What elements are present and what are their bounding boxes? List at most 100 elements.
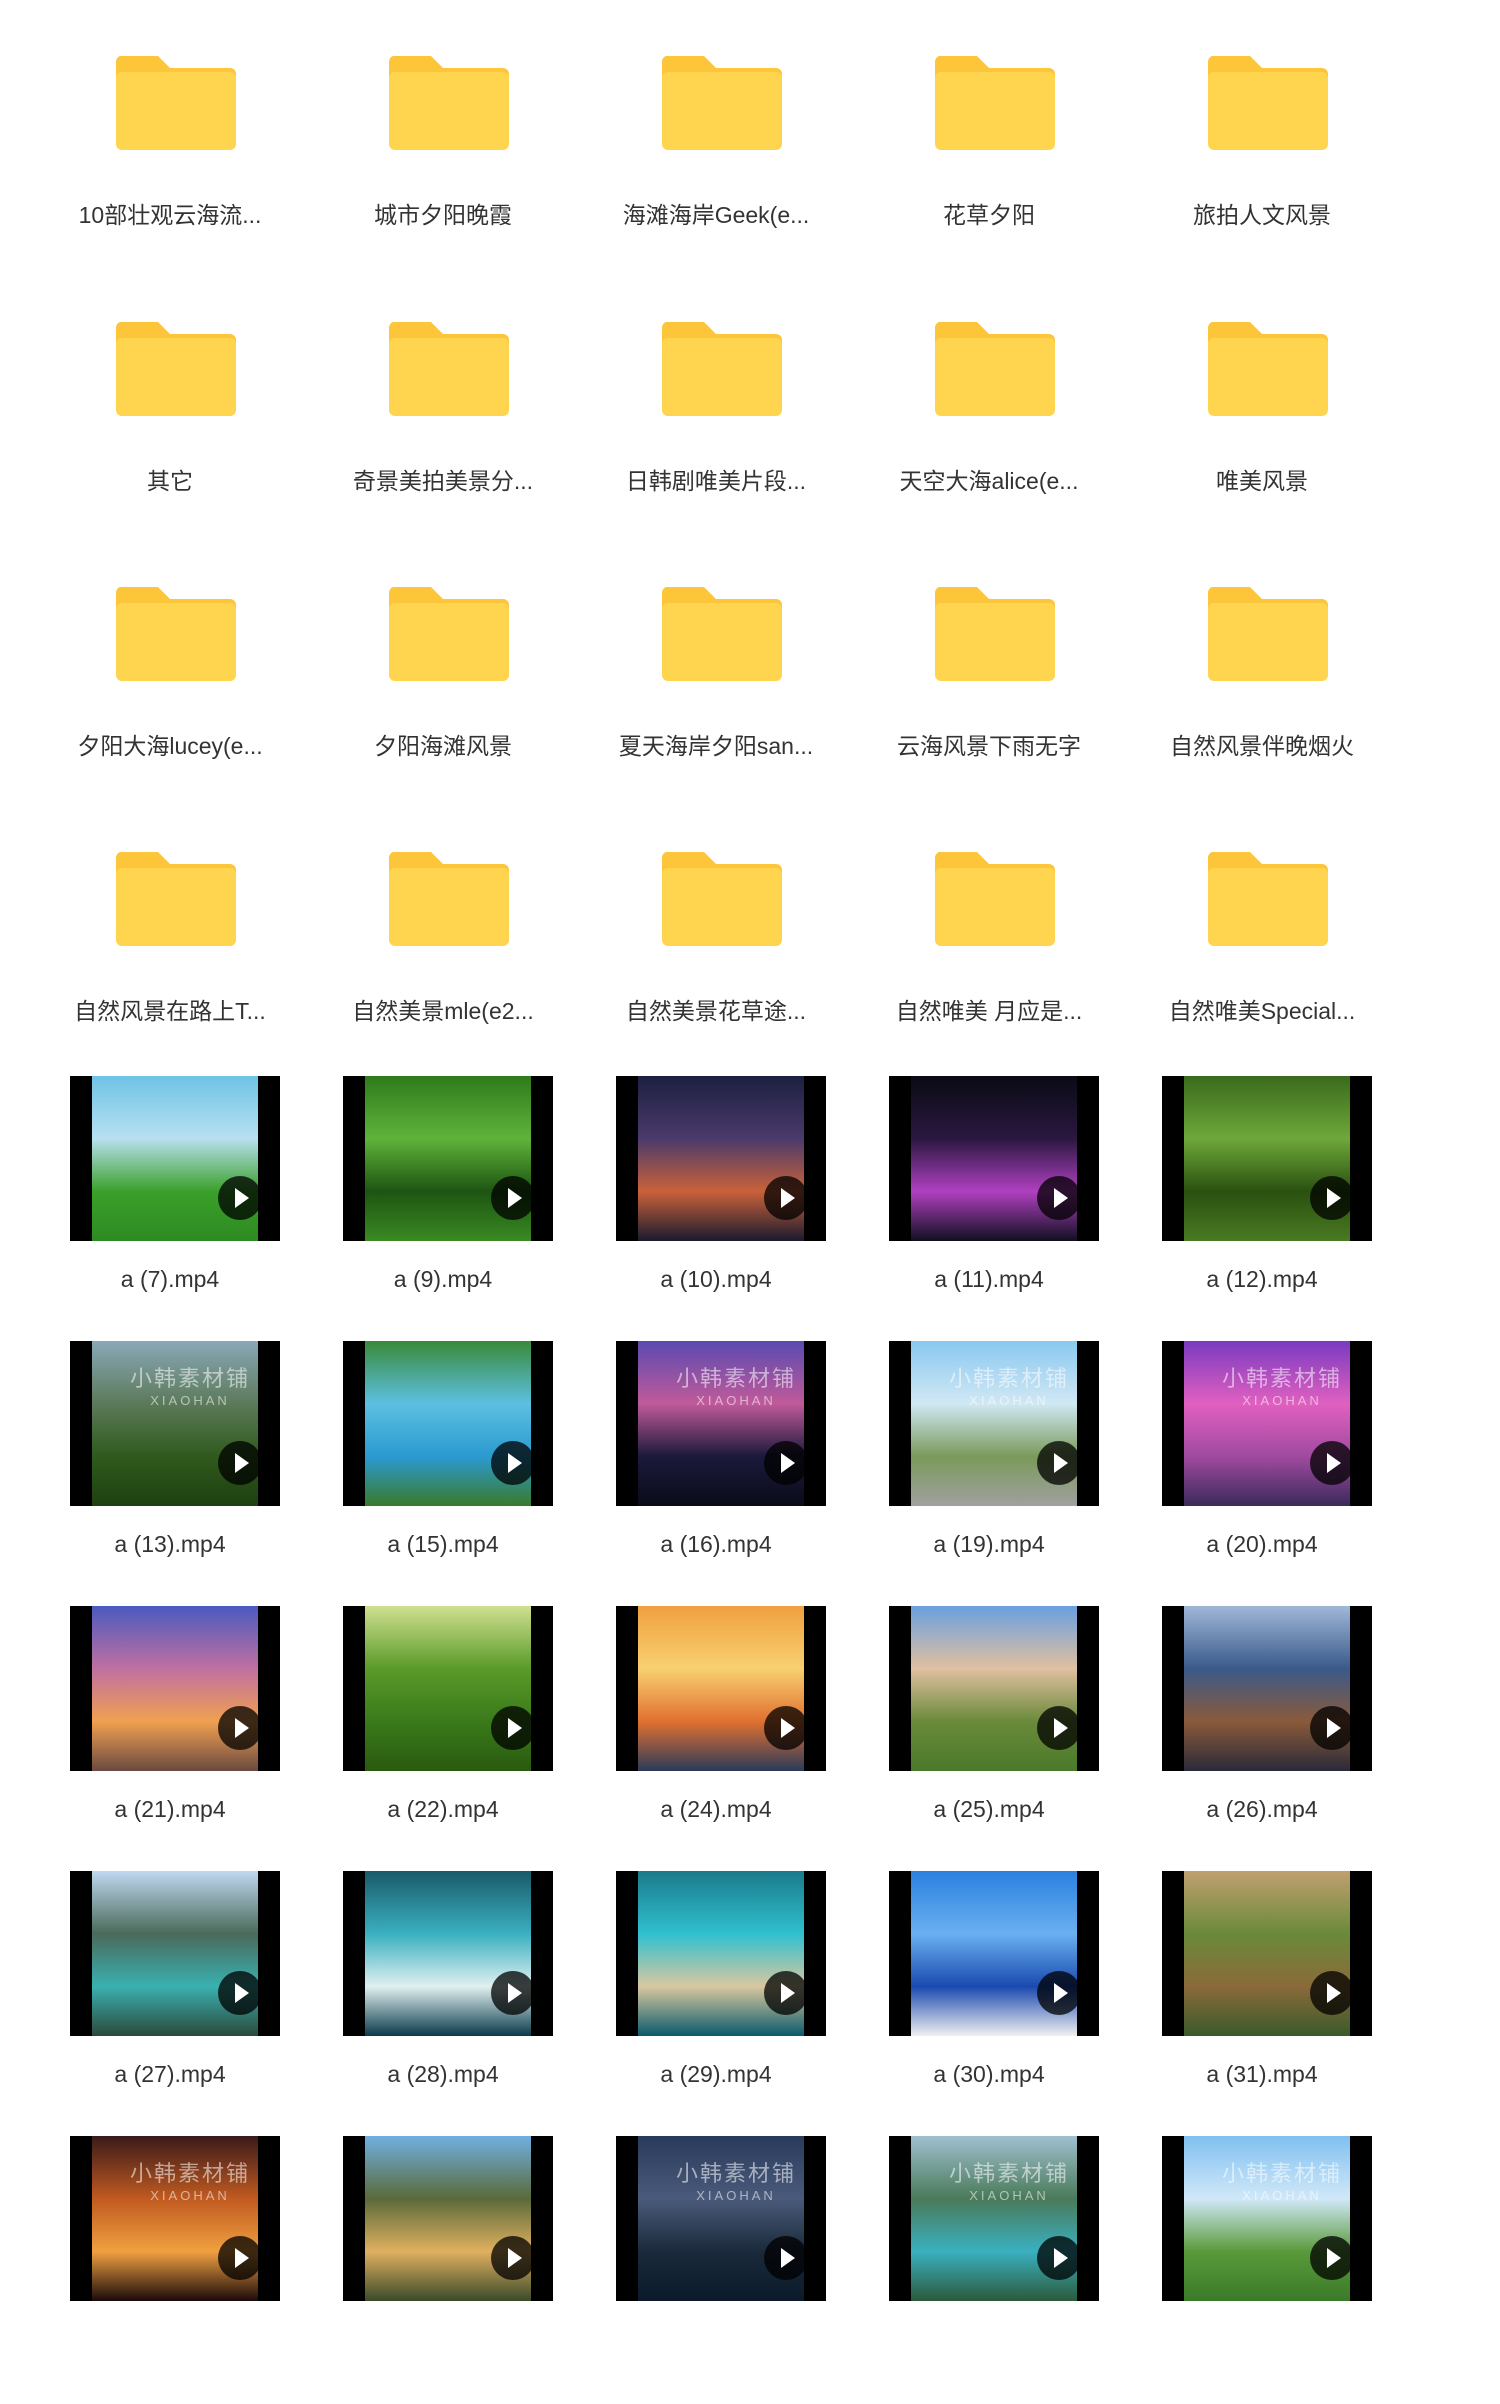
folder-item[interactable]: 10部壮观云海流... [32, 52, 308, 320]
video-thumbnail[interactable] [343, 1606, 553, 1771]
video-item[interactable]: a (11).mp4 [851, 1076, 1127, 1344]
video-item[interactable]: a (9).mp4 [305, 1076, 581, 1344]
watermark-subtext: XIAOHAN [696, 2188, 776, 2203]
folder-item[interactable]: 奇景美拍美景分... [305, 318, 581, 586]
video-thumbnail[interactable] [343, 1076, 553, 1241]
video-thumbnail[interactable]: 小韩素材铺 XIAOHAN [1162, 1341, 1372, 1506]
video-name: a (16).mp4 [660, 1531, 772, 1557]
video-thumbnail[interactable]: 小韩素材铺 XIAOHAN [889, 1341, 1099, 1506]
video-item[interactable]: a (30).mp4 [851, 1871, 1127, 2139]
play-icon[interactable] [1037, 1176, 1081, 1220]
folder-item[interactable]: 夏天海岸夕阳san... [578, 583, 854, 851]
video-thumbnail[interactable]: 小韩素材铺 XIAOHAN [1162, 2136, 1372, 2301]
video-item[interactable]: a (29).mp4 [578, 1871, 854, 2139]
video-item[interactable]: a (26).mp4 [1124, 1606, 1400, 1874]
video-item[interactable]: a (21).mp4 [32, 1606, 308, 1874]
play-icon[interactable] [218, 2236, 262, 2280]
video-thumbnail[interactable] [1162, 1076, 1372, 1241]
watermark-subtext: XIAOHAN [969, 2188, 1049, 2203]
play-icon[interactable] [764, 1971, 808, 2015]
video-name: a (25).mp4 [933, 1796, 1045, 1822]
video-item[interactable]: a (27).mp4 [32, 1871, 308, 2139]
folder-item[interactable]: 天空大海alice(e... [851, 318, 1127, 586]
video-item[interactable]: 小韩素材铺 XIAOHAN [851, 2136, 1127, 2404]
video-item[interactable]: 小韩素材铺 XIAOHAN a (19).mp4 [851, 1341, 1127, 1609]
play-icon[interactable] [764, 1176, 808, 1220]
folder-item[interactable]: 其它 [32, 318, 308, 586]
video-item[interactable]: 小韩素材铺 XIAOHAN [32, 2136, 308, 2404]
play-icon[interactable] [1310, 1176, 1354, 1220]
folder-item[interactable]: 城市夕阳晚霞 [305, 52, 581, 320]
play-icon[interactable] [491, 1441, 535, 1485]
folder-item[interactable]: 夕阳海滩风景 [305, 583, 581, 851]
video-item[interactable]: 小韩素材铺 XIAOHAN [1124, 2136, 1400, 2404]
folder-item[interactable]: 夕阳大海lucey(e... [32, 583, 308, 851]
video-thumbnail[interactable]: 小韩素材铺 XIAOHAN [616, 2136, 826, 2301]
play-icon[interactable] [1310, 2236, 1354, 2280]
video-item[interactable]: a (24).mp4 [578, 1606, 854, 1874]
video-thumbnail[interactable] [616, 1076, 826, 1241]
video-item[interactable] [305, 2136, 581, 2404]
video-item[interactable]: a (28).mp4 [305, 1871, 581, 2139]
play-icon[interactable] [764, 2236, 808, 2280]
folder-item[interactable]: 旅拍人文风景 [1124, 52, 1400, 320]
video-name: a (12).mp4 [1206, 1266, 1318, 1292]
folder-item[interactable]: 日韩剧唯美片段... [578, 318, 854, 586]
video-thumbnail[interactable] [1162, 1871, 1372, 2036]
play-icon[interactable] [1310, 1706, 1354, 1750]
video-item[interactable]: a (12).mp4 [1124, 1076, 1400, 1344]
video-thumbnail[interactable] [889, 1871, 1099, 2036]
play-icon[interactable] [218, 1441, 262, 1485]
video-name: a (22).mp4 [387, 1796, 499, 1822]
folder-item[interactable]: 唯美风景 [1124, 318, 1400, 586]
folder-item[interactable]: 自然风景伴晚烟火 [1124, 583, 1400, 851]
play-icon[interactable] [491, 2236, 535, 2280]
video-item[interactable]: 小韩素材铺 XIAOHAN a (20).mp4 [1124, 1341, 1400, 1609]
folder-item[interactable]: 海滩海岸Geek(e... [578, 52, 854, 320]
video-item[interactable]: a (22).mp4 [305, 1606, 581, 1874]
play-icon[interactable] [764, 1706, 808, 1750]
video-item[interactable]: 小韩素材铺 XIAOHAN a (16).mp4 [578, 1341, 854, 1609]
play-icon[interactable] [1037, 1441, 1081, 1485]
video-item[interactable]: a (15).mp4 [305, 1341, 581, 1609]
watermark-subtext: XIAOHAN [969, 1393, 1049, 1408]
play-icon[interactable] [1310, 1971, 1354, 2015]
video-thumbnail[interactable] [1162, 1606, 1372, 1771]
video-thumbnail[interactable] [889, 1606, 1099, 1771]
video-thumbnail[interactable] [70, 1606, 280, 1771]
video-thumbnail[interactable] [616, 1606, 826, 1771]
video-thumbnail[interactable]: 小韩素材铺 XIAOHAN [70, 2136, 280, 2301]
video-thumbnail[interactable] [70, 1871, 280, 2036]
video-thumbnail[interactable] [343, 1871, 553, 2036]
video-item[interactable]: 小韩素材铺 XIAOHAN [578, 2136, 854, 2404]
video-thumbnail[interactable]: 小韩素材铺 XIAOHAN [616, 1341, 826, 1506]
video-thumbnail[interactable] [616, 1871, 826, 2036]
play-icon[interactable] [218, 1176, 262, 1220]
video-thumbnail[interactable] [343, 2136, 553, 2301]
video-item[interactable]: a (25).mp4 [851, 1606, 1127, 1874]
play-icon[interactable] [764, 1441, 808, 1485]
video-thumbnail[interactable] [343, 1341, 553, 1506]
play-icon[interactable] [491, 1176, 535, 1220]
folder-item[interactable]: 花草夕阳 [851, 52, 1127, 320]
play-icon[interactable] [1310, 1441, 1354, 1485]
play-icon[interactable] [218, 1971, 262, 2015]
video-item[interactable]: a (7).mp4 [32, 1076, 308, 1344]
video-item[interactable]: a (10).mp4 [578, 1076, 854, 1344]
play-icon[interactable] [491, 1971, 535, 2015]
play-icon[interactable] [218, 1706, 262, 1750]
play-icon[interactable] [1037, 1706, 1081, 1750]
video-name: a (10).mp4 [660, 1266, 772, 1292]
video-thumbnail[interactable]: 小韩素材铺 XIAOHAN [889, 2136, 1099, 2301]
video-name: a (19).mp4 [933, 1531, 1045, 1557]
folder-item[interactable]: 云海风景下雨无字 [851, 583, 1127, 851]
video-thumbnail[interactable] [70, 1076, 280, 1241]
play-icon[interactable] [1037, 2236, 1081, 2280]
play-icon[interactable] [1037, 1971, 1081, 2015]
video-item[interactable]: 小韩素材铺 XIAOHAN a (13).mp4 [32, 1341, 308, 1609]
folder-name: 天空大海alice(e... [899, 468, 1079, 494]
video-thumbnail[interactable]: 小韩素材铺 XIAOHAN [70, 1341, 280, 1506]
play-icon[interactable] [491, 1706, 535, 1750]
video-item[interactable]: a (31).mp4 [1124, 1871, 1400, 2139]
video-thumbnail[interactable] [889, 1076, 1099, 1241]
